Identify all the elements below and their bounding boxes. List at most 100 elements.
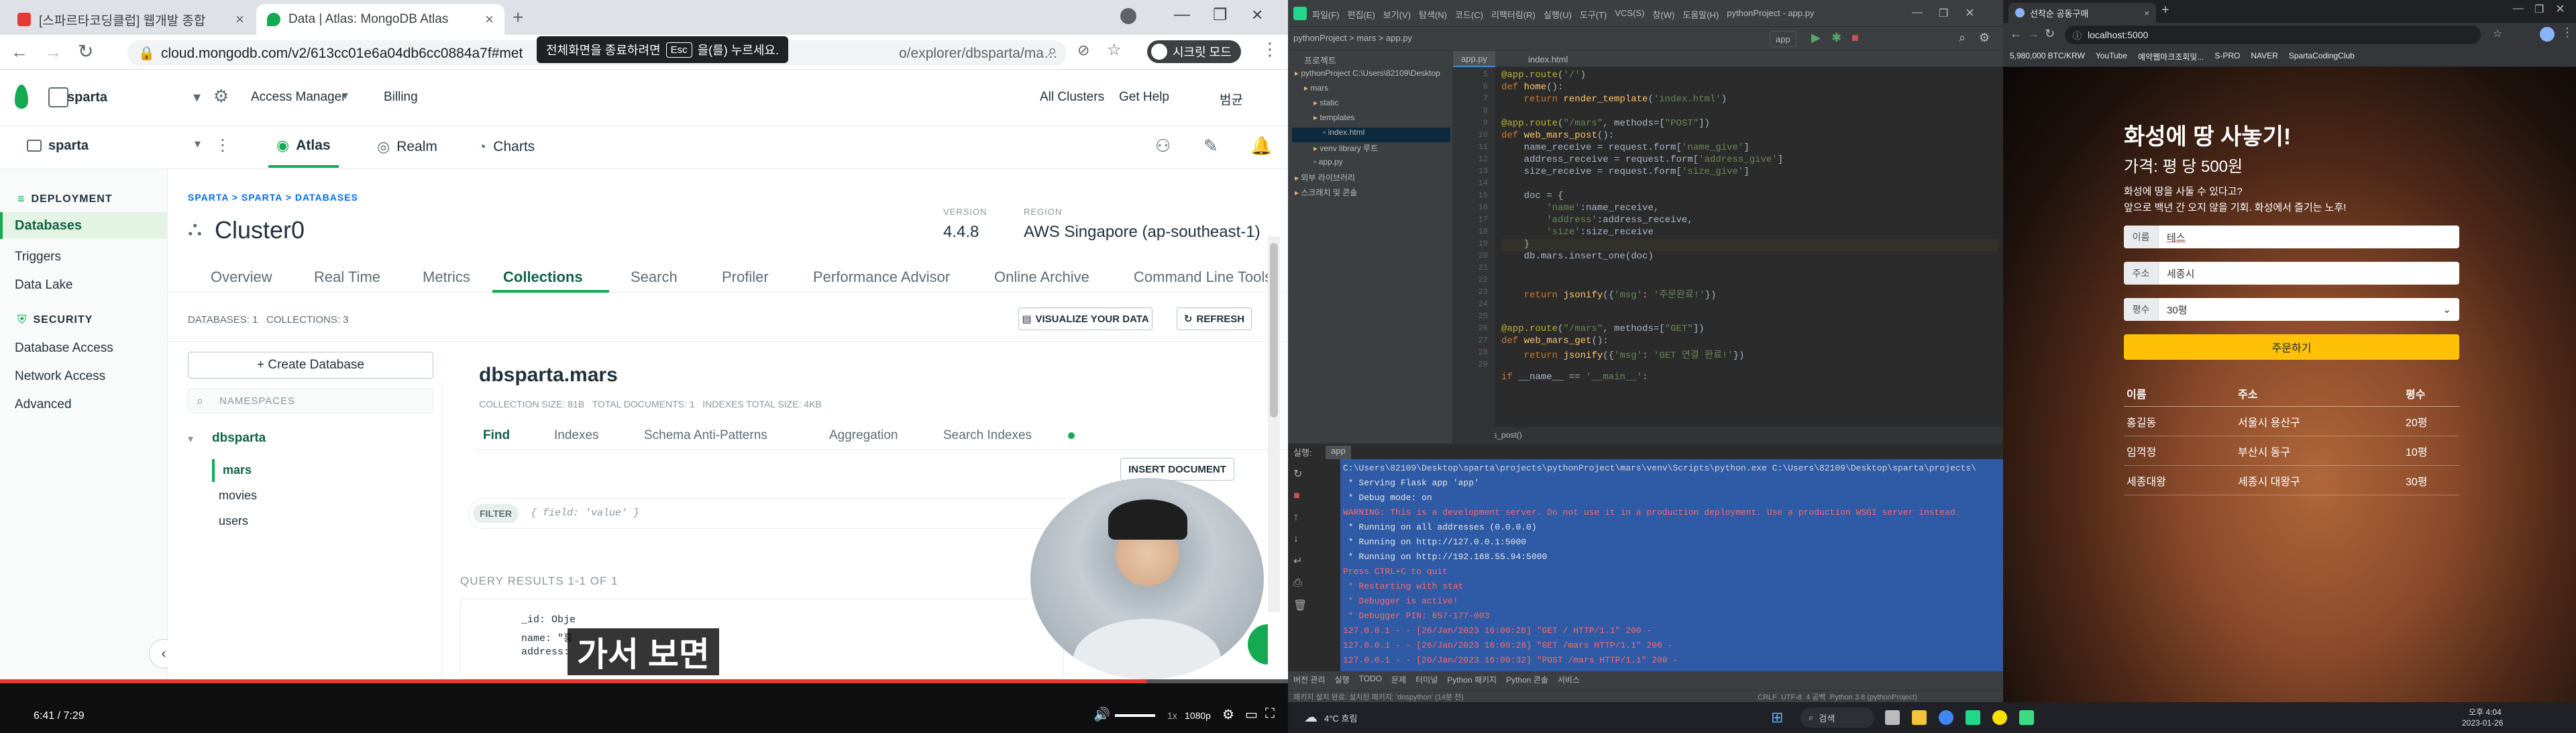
invite-user-icon[interactable]: ⚇ <box>1155 136 1171 156</box>
name-input[interactable]: 이름 테스 <box>2124 226 2459 248</box>
project-tree-item[interactable]: ▸ templates <box>1292 113 1450 128</box>
chrome-menu-icon[interactable]: ⋮ <box>1261 39 1279 60</box>
zoom-icon[interactable]: ⌕ <box>1048 42 1057 60</box>
new-tab-plus-icon[interactable]: + <box>513 7 523 28</box>
project-selector[interactable]: sparta <box>48 138 89 154</box>
collection-item-mars[interactable]: mars <box>223 463 252 477</box>
notification-bell-icon[interactable]: 🔔 <box>1250 136 1272 156</box>
filter-query-input[interactable]: FILTER { field: 'value' } <box>468 498 1085 529</box>
tab-real-time[interactable]: Real Time <box>314 268 380 286</box>
ide-menu-item[interactable]: 파일(F) <box>1312 8 1340 21</box>
caret-down-icon[interactable]: ▾ <box>188 432 193 446</box>
project-tree-item[interactable]: ▸ venv library 루트 <box>1292 142 1450 157</box>
sidebar-item-triggers[interactable]: Triggers <box>15 250 61 264</box>
address-input[interactable]: 주소 세종시 <box>2124 262 2459 285</box>
ide-bottom-tab[interactable]: Python 패키지 <box>1447 674 1497 685</box>
reload-icon[interactable]: ↻ <box>78 40 93 62</box>
tab-command-line-tools[interactable]: Command Line Tools <box>1134 268 1288 286</box>
weather-cloud-icon[interactable]: ☁ <box>1304 709 1318 726</box>
project-menu-icon[interactable]: ⋮ <box>215 136 231 155</box>
quality-selector[interactable]: 1080p <box>1185 710 1211 721</box>
scroll-up-icon[interactable]: ↑ <box>1293 511 1307 524</box>
back-arrow-icon[interactable]: ← <box>11 42 28 62</box>
minimize-icon[interactable]: — <box>1174 5 1190 24</box>
close-window-icon[interactable]: × <box>1966 4 1974 21</box>
sidebar-item-database-access[interactable]: Database Access <box>15 341 113 356</box>
pycharm-icon[interactable] <box>1966 710 1980 725</box>
ide-menu-item[interactable]: 편집(E) <box>1348 8 1375 21</box>
namespace-search-input[interactable]: ⌕ NAMESPACES <box>188 388 433 413</box>
bookmark-item[interactable]: SpartaCodingClub <box>2289 51 2355 62</box>
sidebar-item-data-lake[interactable]: Data Lake <box>15 278 73 293</box>
ide-menu-item[interactable]: 코드(C) <box>1455 8 1483 21</box>
size-select[interactable]: 평수 30평 ⌄ <box>2124 298 2459 321</box>
access-manager-link[interactable]: Access Manager <box>251 90 346 105</box>
ide-bottom-tab[interactable]: 버전 관리 <box>1293 674 1326 685</box>
forward-arrow-icon[interactable]: → <box>44 42 62 62</box>
chevron-down-icon[interactable]: ▾ <box>195 137 201 151</box>
run-console-output[interactable]: C:\Users\82109\Desktop\sparta\projects\p… <box>1340 459 2003 671</box>
sidebar-item-network-access[interactable]: Network Access <box>15 369 105 384</box>
order-submit-button[interactable]: 주문하기 <box>2124 334 2459 360</box>
tab-indexes[interactable]: Indexes <box>554 428 599 443</box>
ide-bottom-tab[interactable]: TODO <box>1359 674 1382 685</box>
tab-schema-anti-patterns[interactable]: Schema Anti-Patterns <box>644 428 767 443</box>
activity-feed-icon[interactable]: ✎ <box>1203 136 1218 156</box>
trash-icon[interactable]: 🗑 <box>1293 599 1307 612</box>
print-icon[interactable]: ⎙ <box>1293 577 1307 589</box>
fullscreen-icon[interactable]: ⛶ <box>1265 706 1275 722</box>
pip-icon[interactable]: ▭ <box>1245 706 1258 723</box>
stop-icon[interactable]: ■ <box>1293 490 1307 502</box>
bookmark-item[interactable]: S-PRO <box>2214 51 2240 62</box>
refresh-button[interactable]: ↻ REFRESH <box>1177 307 1252 330</box>
ide-bottom-tab[interactable]: 터미널 <box>1415 674 1438 685</box>
tab-performance-advisor[interactable]: Performance Advisor <box>813 268 950 286</box>
rerun-icon[interactable]: ↻ <box>1293 467 1307 481</box>
chrome-icon[interactable] <box>1939 710 1953 725</box>
task-view-icon[interactable] <box>1885 710 1900 725</box>
bookmark-item[interactable]: NAVER <box>2251 51 2277 62</box>
close-tab-icon[interactable]: × <box>235 11 244 28</box>
ide-menu-item[interactable]: 보기(V) <box>1383 8 1411 21</box>
taskbar-search[interactable]: ⌕ 검색 <box>1801 707 1874 728</box>
collection-item-movies[interactable]: movies <box>219 489 257 503</box>
visualize-data-button[interactable]: ▤ VISUALIZE YOUR DATA <box>1018 307 1152 330</box>
project-tree-item[interactable]: ▸ 스크래치 및 콘솔 <box>1292 187 1450 201</box>
insert-document-button[interactable]: INSERT DOCUMENT <box>1120 458 1234 481</box>
project-tree-item[interactable]: ▫ index.html <box>1292 128 1450 142</box>
project-panel-title[interactable]: 프로젝트 <box>1304 54 1336 66</box>
tab-atlas[interactable]: ◉ Atlas <box>268 126 339 168</box>
close-window-icon[interactable]: × <box>2556 0 2565 17</box>
close-tab-icon[interactable]: × <box>485 11 494 28</box>
browser-tab-mars[interactable]: 선착순 공동구매 × <box>2008 3 2156 23</box>
tab-realm[interactable]: ◎ Realm <box>369 126 445 168</box>
tab-overview[interactable]: Overview <box>211 268 272 286</box>
restore-icon[interactable]: ❐ <box>1939 7 1948 20</box>
eye-off-icon[interactable]: ⊘ <box>1077 42 1089 59</box>
tab-aggregation[interactable]: Aggregation <box>829 428 898 443</box>
settings-gear-icon[interactable]: ⚙ <box>1222 706 1234 723</box>
ide-menu-item[interactable]: 실행(U) <box>1544 8 1572 21</box>
ide-menu-item[interactable]: 도움말(H) <box>1682 8 1719 21</box>
minimize-icon[interactable]: — <box>1912 7 1923 19</box>
billing-link[interactable]: Billing <box>384 90 418 105</box>
volume-slider[interactable] <box>1115 714 1155 717</box>
bookmark-item[interactable]: 예약웹마크조회및... <box>2138 51 2204 62</box>
extension-icon[interactable]: ☆ <box>2493 27 2502 40</box>
tab-search-indexes[interactable]: Search Indexes <box>943 428 1032 443</box>
clock-date[interactable]: 2023-01-26 <box>2462 718 2503 728</box>
bookmark-item[interactable]: YouTube <box>2096 51 2127 62</box>
ide-breadcrumb[interactable]: pythonProject > mars > app.py <box>1293 33 1412 43</box>
file-explorer-icon[interactable] <box>1912 710 1927 725</box>
scrollbar-thumb[interactable] <box>1270 243 1278 418</box>
tab-metrics[interactable]: Metrics <box>423 268 470 286</box>
clock-time[interactable]: 오후 4:04 <box>2469 706 2502 718</box>
settings-gear-icon[interactable]: ⚙ <box>1979 31 1990 45</box>
database-item-dbsparta[interactable]: dbsparta <box>212 431 266 446</box>
bookmark-item[interactable]: 5,980,000 BTC/KRW <box>2010 51 2085 62</box>
tab-search-icon[interactable] <box>1120 8 1136 24</box>
bookmark-star-icon[interactable]: ☆ <box>1107 40 1122 60</box>
all-clusters-link[interactable]: All Clusters <box>1040 90 1104 105</box>
avatar[interactable] <box>2540 27 2555 42</box>
code-content[interactable]: @app.route('/') def home(): return render… <box>1501 70 1998 426</box>
